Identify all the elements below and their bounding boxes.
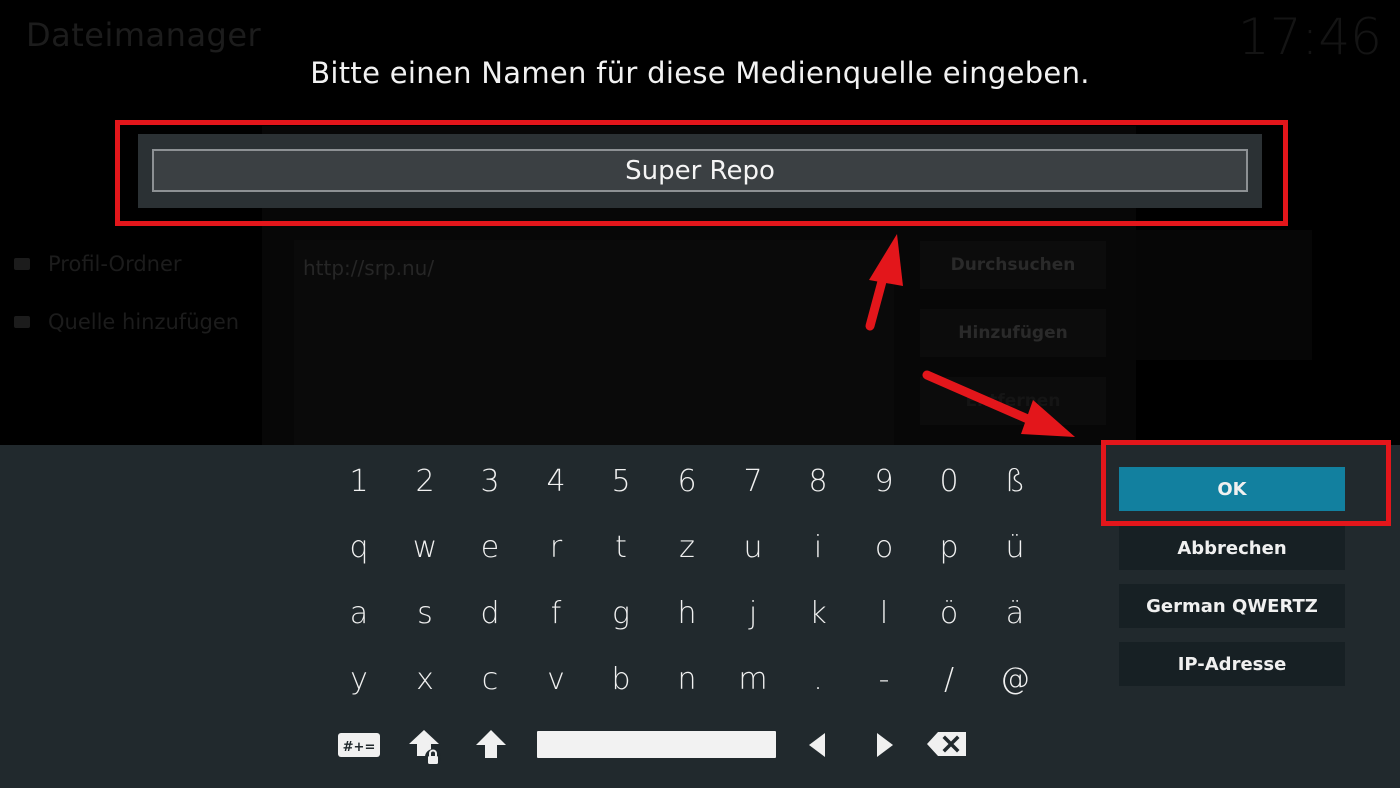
annotation-arrow-right-icon [922,370,1075,437]
annotation-arrows [865,234,1075,437]
annotation-arrow-up-icon [865,234,903,331]
